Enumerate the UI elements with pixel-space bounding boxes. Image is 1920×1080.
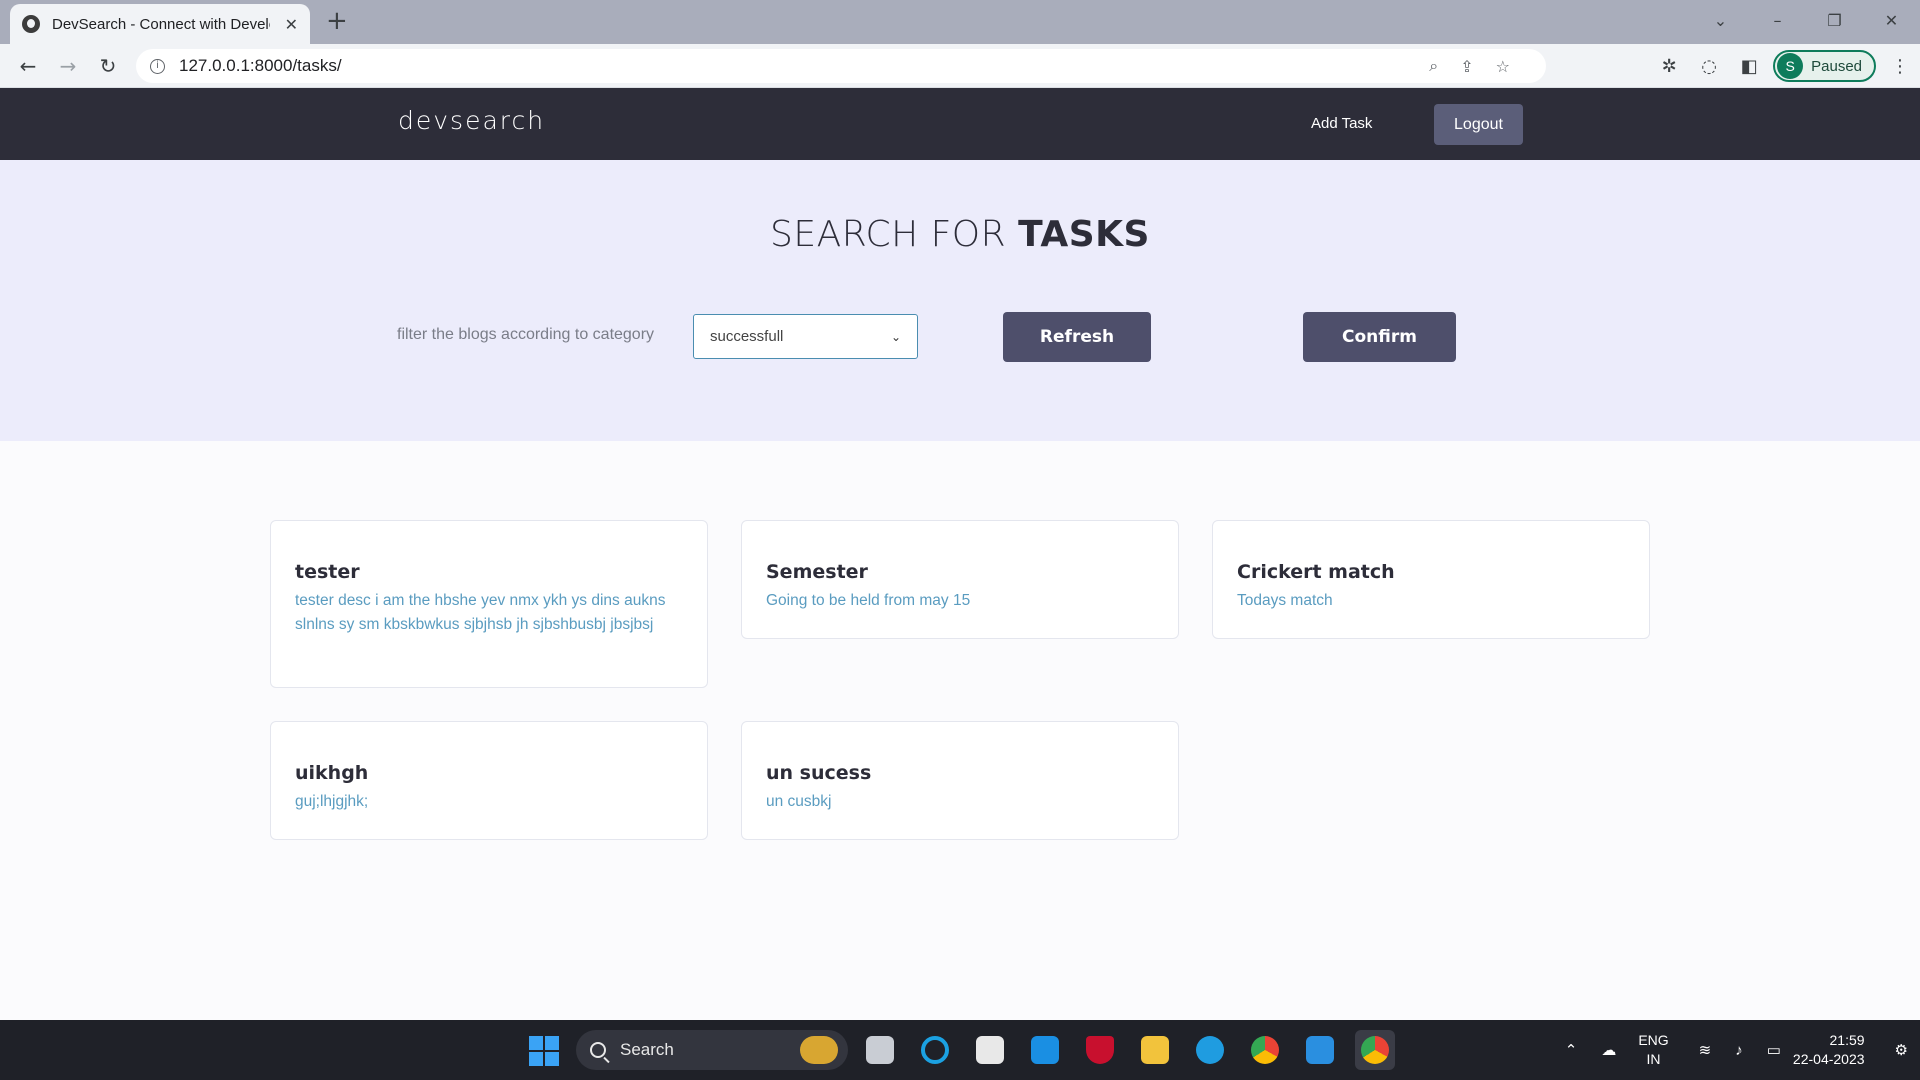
system-tray: ⌃ ☁ ENG IN ≋ ♪ ▭ 21:59 22-04-2023 ⚙ [1553,1020,1920,1080]
site-logo[interactable]: devsearch [398,106,545,135]
select-value: successfull [710,328,784,345]
confirm-button[interactable]: Confirm [1303,312,1456,362]
vscode-icon[interactable] [1300,1030,1340,1070]
new-tab-button[interactable]: + [326,8,348,34]
browser-tab[interactable]: DevSearch - Connect with Develo ✕ [10,4,310,44]
restore-icon[interactable]: ❐ [1806,11,1863,30]
task-card[interactable]: tester tester desc i am the hbshe yev nm… [270,520,708,688]
url-text: 127.0.0.1:8000/tasks/ [179,56,342,75]
file-explorer-icon[interactable] [1135,1030,1175,1070]
edge-icon[interactable] [1190,1030,1230,1070]
task-desc: guj;lhjgjhk; [295,793,369,810]
site-header: devsearch Add Task Logout [0,88,1920,160]
task-desc: Going to be held from may 15 [766,592,971,609]
task-desc: tester desc i am the hbshe yev nmx ykh y… [295,592,666,633]
os-taskbar: Search ⌃ ☁ ENG IN ≋ ♪ ▭ 21:59 22-04-2023… [0,1020,1920,1080]
language-indicator[interactable]: ENG IN [1638,1031,1668,1069]
task-desc: Todays match [1237,592,1333,609]
task-title: Crickert match [1237,561,1395,583]
extension-icon[interactable]: ◌ [1689,56,1729,77]
tab-title: DevSearch - Connect with Develo [52,15,270,33]
lang-bottom: IN [1646,1051,1661,1067]
windows-start-icon[interactable] [529,1036,559,1066]
title-bold: TASKS [1018,214,1150,255]
back-icon[interactable]: ← [14,52,42,80]
taskbar-apps [860,1030,1395,1070]
battery-icon[interactable]: ▭ [1767,1041,1781,1059]
window-controls: ⌄ – ❐ ✕ [1692,0,1920,40]
wifi-icon[interactable]: ≋ [1699,1041,1712,1059]
launcher-l-icon[interactable] [1025,1030,1065,1070]
notifications-icon[interactable]: ⚙ [1895,1041,1908,1059]
task-card[interactable]: Crickert match Todays match [1212,520,1650,639]
globe-icon [22,15,40,33]
search-hero: SEARCH FOR TASKS filter the blogs accord… [0,160,1920,441]
reload-icon[interactable]: ↻ [94,52,122,80]
bookmark-star-icon[interactable]: ☆ [1496,57,1510,76]
task-title: tester [295,561,360,583]
store-icon[interactable] [970,1030,1010,1070]
task-card[interactable]: uikhgh guj;lhjgjhk; [270,721,708,840]
task-desc: un cusbkj [766,793,832,810]
minimize-icon[interactable]: – [1749,11,1806,30]
mcafee-icon[interactable] [1080,1030,1120,1070]
volume-icon[interactable]: ♪ [1735,1042,1743,1059]
side-panel-icon[interactable]: ◧ [1729,56,1769,77]
address-bar[interactable]: i 127.0.0.1:8000/tasks/ ⌕ ⇪ ☆ [136,49,1546,83]
share-icon[interactable]: ⇪ [1460,57,1473,76]
logout-button[interactable]: Logout [1434,104,1523,145]
task-card[interactable]: un sucess un cusbkj [741,721,1179,840]
avatar: S [1777,53,1804,79]
profile-button[interactable]: S Paused [1773,50,1876,82]
refresh-button[interactable]: Refresh [1003,312,1151,362]
category-select[interactable]: successfull ⌄ [693,314,918,359]
task-title: uikhgh [295,762,369,784]
taskbar-search-label: Search [620,1040,674,1059]
profile-status: Paused [1811,57,1862,75]
page-title: SEARCH FOR TASKS [0,214,1920,255]
chevron-down-icon: ⌄ [890,329,901,344]
add-task-link[interactable]: Add Task [1311,115,1372,132]
taskbar-search[interactable]: Search [576,1030,848,1070]
zoom-icon[interactable]: ⌕ [1429,56,1438,76]
chrome-profile-icon[interactable] [1355,1030,1395,1070]
task-title: Semester [766,561,868,583]
cortana-icon[interactable] [915,1030,955,1070]
clock-date: 22-04-2023 [1792,1051,1865,1067]
menu-icon[interactable]: ⋮ [1880,56,1920,77]
onedrive-icon[interactable]: ☁ [1601,1041,1616,1059]
close-window-icon[interactable]: ✕ [1863,11,1920,30]
filter-label: filter the blogs according to category [397,326,655,343]
task-title: un sucess [766,762,872,784]
forward-icon[interactable]: → [54,52,82,80]
chrome-icon[interactable] [1245,1030,1285,1070]
task-card[interactable]: Semester Going to be held from may 15 [741,520,1179,639]
clock-time: 21:59 [1829,1032,1865,1048]
lang-top: ENG [1638,1032,1669,1048]
browser-tabstrip: DevSearch - Connect with Develo ✕ + ⌄ – … [0,0,1920,44]
clock[interactable]: 21:59 22-04-2023 [1793,1031,1865,1069]
title-light: SEARCH FOR [770,214,1019,255]
search-highlight-icon [800,1036,838,1064]
task-view-icon[interactable] [860,1030,900,1070]
show-hidden-icons-icon[interactable]: ⌃ [1565,1041,1578,1059]
extensions-icon[interactable]: ✲ [1649,56,1689,77]
site-info-icon[interactable]: i [150,58,165,74]
search-icon [590,1042,606,1058]
tab-search-icon[interactable]: ⌄ [1692,11,1749,30]
close-tab-icon[interactable]: ✕ [285,15,298,34]
browser-toolbar: ← → ↻ i 127.0.0.1:8000/tasks/ ⌕ ⇪ ☆ ✲ ◌ … [0,44,1920,88]
